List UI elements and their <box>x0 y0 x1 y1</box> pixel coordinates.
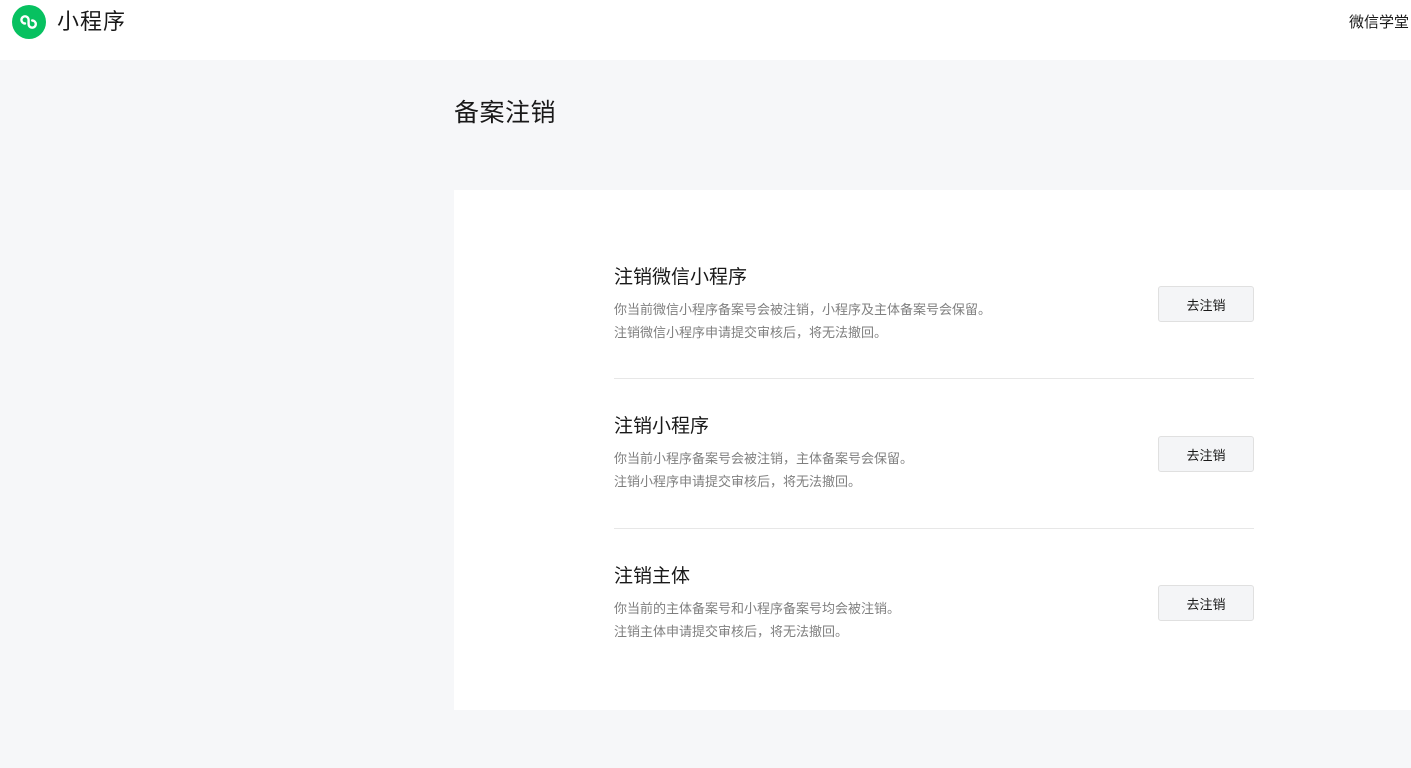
page-title: 备案注销 <box>454 98 557 127</box>
wechat-academy-link[interactable]: 微信学堂 <box>1349 12 1409 32</box>
deregister-entity-button[interactable]: 去注销 <box>1158 585 1254 621</box>
option-note: 注销小程序申请提交审核后，将无法撤回。 <box>614 475 862 490</box>
option-description: 你当前微信小程序备案号会被注销，小程序及主体备案号会保留。 <box>614 303 992 318</box>
deregister-wechat-mini-program-button[interactable]: 去注销 <box>1158 286 1254 322</box>
divider <box>614 378 1254 379</box>
top-bar: 小程序 微信学堂 <box>0 0 1411 60</box>
deregistration-card: 注销微信小程序 你当前微信小程序备案号会被注销，小程序及主体备案号会保留。 注销… <box>454 190 1411 710</box>
option-title: 注销主体 <box>614 565 691 587</box>
option-title: 注销微信小程序 <box>614 266 748 288</box>
option-title: 注销小程序 <box>614 415 710 437</box>
option-note: 注销微信小程序申请提交审核后，将无法撤回。 <box>614 326 888 341</box>
mini-program-logo-icon[interactable] <box>12 5 46 39</box>
logo-text[interactable]: 小程序 <box>57 8 126 38</box>
divider <box>614 528 1254 529</box>
option-note: 注销主体申请提交审核后，将无法撤回。 <box>614 625 849 640</box>
option-description: 你当前的主体备案号和小程序备案号均会被注销。 <box>614 602 901 617</box>
deregister-mini-program-button[interactable]: 去注销 <box>1158 436 1254 472</box>
option-description: 你当前小程序备案号会被注销，主体备案号会保留。 <box>614 452 914 467</box>
